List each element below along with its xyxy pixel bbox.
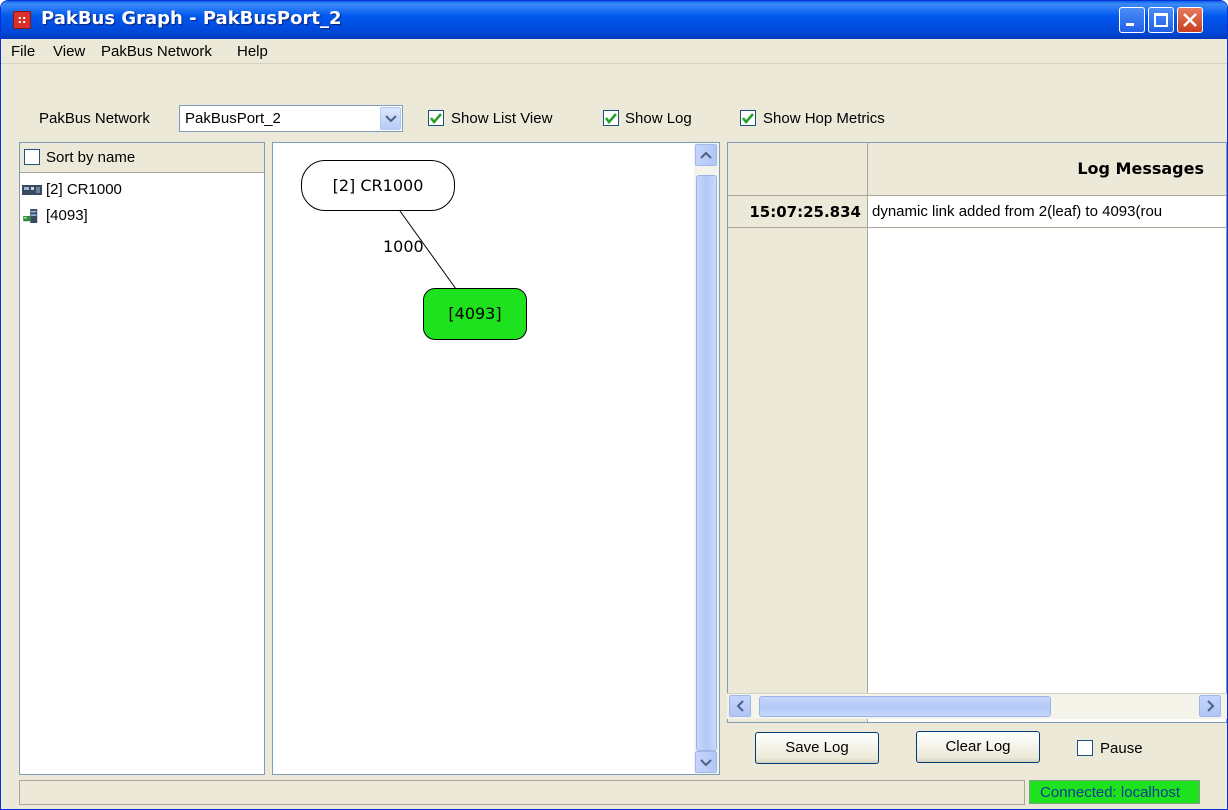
chevron-down-icon — [385, 115, 397, 123]
app-window: :: PakBus Graph - PakBusPort_2 File View… — [0, 0, 1228, 810]
scroll-up-button[interactable] — [695, 144, 717, 166]
show-list-view-checkbox[interactable] — [428, 110, 444, 126]
router-icon — [23, 209, 38, 224]
chevron-right-icon — [1207, 700, 1215, 712]
datalogger-icon — [22, 185, 42, 196]
pause-label[interactable]: Pause — [1100, 740, 1143, 757]
graph-node-label: [4093] — [448, 304, 502, 323]
minimize-icon — [1126, 23, 1134, 26]
close-button[interactable] — [1177, 7, 1203, 33]
check-icon — [430, 113, 442, 124]
save-log-button[interactable]: Save Log — [755, 732, 879, 764]
scroll-thumb[interactable] — [696, 175, 717, 751]
clear-log-button[interactable]: Clear Log — [916, 731, 1040, 763]
log-row-header-column — [728, 196, 868, 722]
list-item[interactable]: [4093] — [22, 207, 88, 224]
log-row-time: 15:07:25.834 — [749, 203, 861, 221]
log-table-corner — [728, 143, 868, 196]
connection-status-text: Connected: localhost — [1040, 784, 1181, 801]
show-hop-metrics-checkbox[interactable] — [740, 110, 756, 126]
menu-file[interactable]: File — [11, 43, 35, 60]
log-column-header[interactable]: Log Messages — [868, 143, 1226, 196]
log-table: Log Messages 15:07:25.834 dynamic link a… — [727, 142, 1227, 723]
log-row-message: dynamic link added from 2(leaf) to 4093(… — [872, 203, 1163, 220]
list-item[interactable]: [2] CR1000 — [22, 181, 122, 198]
list-item-label: [2] CR1000 — [46, 181, 122, 198]
scroll-thumb[interactable] — [759, 696, 1051, 717]
log-header-label: Log Messages — [1077, 159, 1204, 178]
show-log-label[interactable]: Show Log — [625, 110, 692, 127]
minimize-button[interactable] — [1119, 7, 1145, 33]
connection-status: Connected: localhost — [1029, 780, 1200, 804]
sort-by-name-checkbox[interactable] — [24, 149, 40, 165]
network-label: PakBus Network — [39, 110, 150, 127]
show-log-checkbox[interactable] — [603, 110, 619, 126]
scroll-left-button[interactable] — [729, 695, 751, 717]
menu-help[interactable]: Help — [237, 43, 268, 60]
log-row-message-cell[interactable]: dynamic link added from 2(leaf) to 4093(… — [868, 196, 1226, 228]
chevron-left-icon — [736, 700, 744, 712]
close-icon — [1183, 13, 1197, 27]
log-row-time-cell[interactable]: 15:07:25.834 — [728, 196, 868, 228]
maximize-button[interactable] — [1148, 7, 1174, 33]
status-bar: Connected: localhost — [1, 777, 1227, 809]
maximize-icon — [1154, 13, 1168, 27]
show-hop-metrics-label[interactable]: Show Hop Metrics — [763, 110, 885, 127]
graph-node-label: [2] CR1000 — [332, 176, 424, 195]
graph-vertical-scrollbar[interactable] — [694, 143, 719, 774]
app-icon: :: — [13, 11, 31, 29]
show-list-view-label[interactable]: Show List View — [451, 110, 552, 127]
title-bar[interactable]: :: PakBus Graph - PakBusPort_2 — [1, 1, 1227, 39]
scroll-right-button[interactable] — [1199, 695, 1221, 717]
menu-view[interactable]: View — [53, 43, 85, 60]
log-horizontal-scrollbar[interactable] — [727, 693, 1227, 719]
sort-by-name-label[interactable]: Sort by name — [46, 149, 135, 166]
graph-panel[interactable]: [2] CR1000 1000 [4093] — [272, 142, 720, 775]
pause-checkbox[interactable] — [1077, 740, 1093, 756]
network-select-value: PakBusPort_2 — [185, 110, 281, 127]
dropdown-button[interactable] — [380, 107, 401, 130]
graph-link-label: 1000 — [383, 237, 424, 256]
status-message-field — [19, 780, 1025, 805]
window-title: PakBus Graph - PakBusPort_2 — [41, 8, 342, 29]
menu-bar: File View PakBus Network Help — [1, 39, 1227, 64]
scroll-down-button[interactable] — [695, 751, 717, 773]
check-icon — [605, 113, 617, 124]
list-item-label: [4093] — [46, 207, 88, 224]
chevron-up-icon — [700, 151, 712, 159]
network-select[interactable]: PakBusPort_2 — [179, 105, 403, 132]
list-view-panel: Sort by name [2] CR1000 [4093] — [19, 142, 265, 775]
graph-node-4093[interactable]: [4093] — [423, 288, 527, 340]
chevron-down-icon — [700, 759, 712, 767]
menu-pakbus-network[interactable]: PakBus Network — [101, 43, 212, 60]
check-icon — [742, 113, 754, 124]
splitter-left[interactable] — [265, 142, 272, 775]
graph-node-cr1000[interactable]: [2] CR1000 — [301, 160, 455, 211]
splitter-right[interactable] — [720, 142, 727, 775]
sort-row: Sort by name — [20, 143, 264, 173]
